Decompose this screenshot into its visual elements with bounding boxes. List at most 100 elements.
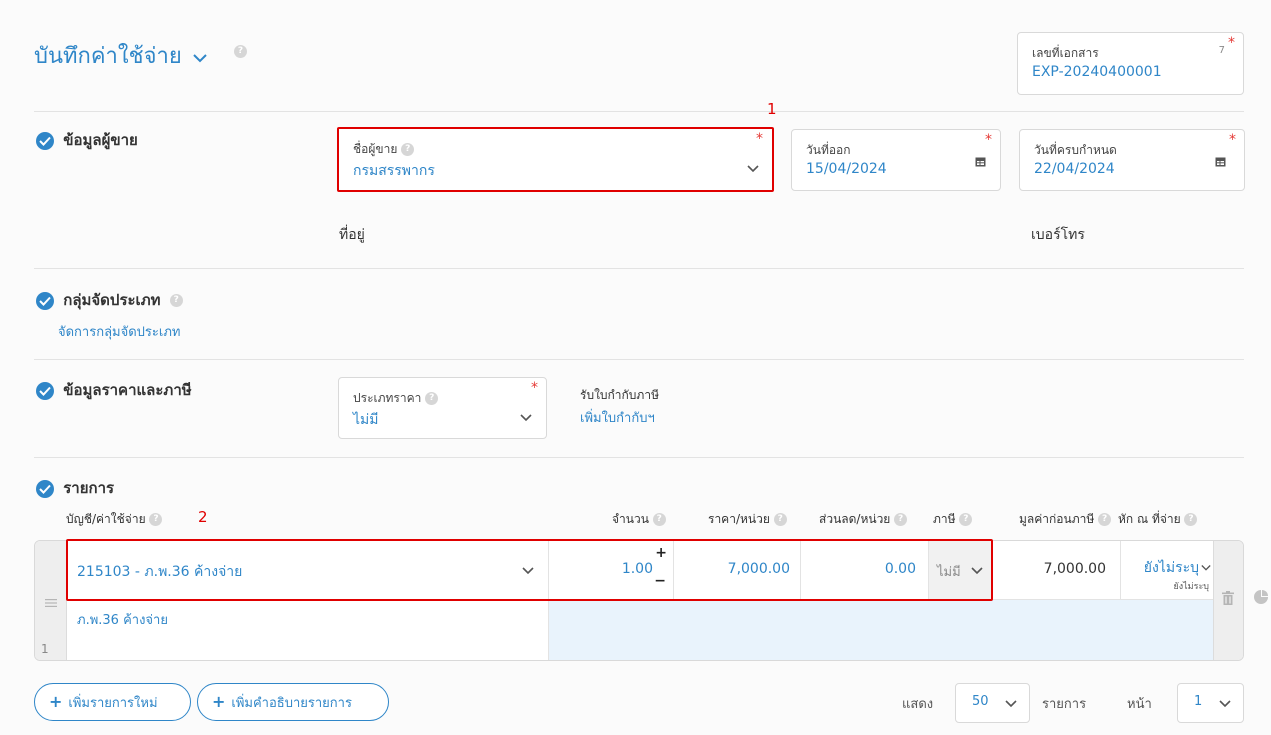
price-type-value: ไม่มี bbox=[353, 412, 379, 428]
divider bbox=[34, 268, 1244, 269]
col-account: บัญชี/ค่าใช้จ่าย bbox=[66, 512, 146, 526]
annotation-number-2: 2 bbox=[198, 508, 208, 526]
tax-invoice-label: รับใบกำกับภาษี bbox=[580, 388, 659, 402]
vendor-section-title: ข้อมูลผู้ขาย bbox=[36, 128, 138, 152]
tax-select[interactable]: ไม่มี bbox=[929, 541, 992, 600]
row-handle-column: 1 bbox=[35, 541, 67, 660]
required-marker: * bbox=[1228, 35, 1235, 51]
required-marker: * bbox=[531, 380, 538, 396]
calendar-icon[interactable] bbox=[1215, 156, 1226, 167]
doc-number-counter: 7 bbox=[1218, 45, 1225, 56]
check-circle-icon bbox=[36, 381, 54, 400]
add-tax-invoice-link[interactable]: เพิ่มใบกำกับฯ bbox=[580, 407, 655, 428]
chevron-down-icon bbox=[193, 54, 207, 63]
page-title-dropdown[interactable]: บันทึกค่าใช้จ่าย bbox=[34, 38, 207, 73]
issue-date-field[interactable]: วันที่ออก * 15/04/2024 bbox=[791, 129, 1001, 191]
trash-icon[interactable] bbox=[1222, 591, 1234, 605]
quantity-value: 1.00 bbox=[621, 561, 653, 577]
divider bbox=[34, 457, 1244, 458]
plus-icon: + bbox=[49, 692, 63, 711]
vendor-select[interactable]: ชื่อผู้ขาย ? * กรมสรรพากร bbox=[338, 128, 772, 190]
page-select[interactable]: 1 bbox=[1177, 683, 1244, 723]
discount-value: 0.00 bbox=[884, 561, 916, 577]
chevron-down-icon bbox=[747, 165, 759, 173]
help-icon[interactable]: ? bbox=[773, 513, 787, 526]
page-value: 1 bbox=[1194, 694, 1203, 709]
discount-input[interactable]: 0.00 bbox=[801, 541, 929, 600]
phone-label: เบอร์โทร bbox=[1031, 227, 1085, 243]
issue-date-value: 15/04/2024 bbox=[806, 161, 887, 177]
col-unit-price: ราคา/หน่วย bbox=[708, 512, 770, 526]
col-withholding: หัก ณ ที่จ่าย bbox=[1118, 512, 1181, 526]
annotation-number-1: 1 bbox=[767, 100, 777, 118]
due-date-value: 22/04/2024 bbox=[1034, 161, 1115, 177]
unit-price-value: 7,000.00 bbox=[727, 561, 790, 577]
price-type-label: ประเภทราคา bbox=[353, 391, 422, 405]
row-index: 1 bbox=[41, 642, 49, 656]
required-marker: * bbox=[1229, 132, 1236, 148]
plus-icon: + bbox=[212, 692, 226, 711]
help-icon[interactable]: ? bbox=[425, 392, 439, 405]
page-size-select[interactable]: 50 bbox=[955, 683, 1030, 723]
help-icon[interactable]: ? bbox=[894, 513, 908, 526]
withholding-sub-value: ยังไม่ระบุ bbox=[1173, 582, 1209, 592]
items-section-title: รายการ bbox=[36, 476, 114, 500]
check-circle-icon bbox=[36, 131, 54, 150]
plus-icon[interactable]: + bbox=[655, 545, 667, 561]
chevron-down-icon bbox=[520, 414, 532, 422]
check-circle-icon bbox=[36, 291, 54, 310]
minus-icon[interactable]: − bbox=[654, 573, 666, 589]
issue-date-label: วันที่ออก bbox=[806, 143, 851, 157]
calendar-icon[interactable] bbox=[975, 156, 986, 167]
chevron-down-icon bbox=[1219, 700, 1231, 708]
help-icon[interactable]: ? bbox=[234, 45, 247, 58]
divider bbox=[34, 111, 1244, 112]
add-item-button[interactable]: + เพิ่มรายการใหม่ bbox=[34, 683, 191, 721]
tax-value: ไม่มี bbox=[937, 565, 961, 580]
chevron-down-icon bbox=[971, 567, 983, 575]
page-size-value: 50 bbox=[972, 694, 989, 709]
address-label: ที่อยู่ bbox=[339, 227, 365, 243]
help-icon[interactable]: ? bbox=[652, 513, 666, 526]
chevron-down-icon bbox=[1201, 565, 1211, 571]
required-marker: * bbox=[985, 132, 992, 148]
row-detail-area bbox=[549, 600, 1213, 660]
price-type-select[interactable]: ประเภทราคา ? * ไม่มี bbox=[338, 377, 547, 439]
doc-number-value: EXP-20240400001 bbox=[1032, 64, 1162, 80]
show-label: แสดง bbox=[902, 697, 934, 712]
account-value: 215103 - ภ.พ.36 ค้างจ่าย bbox=[77, 564, 243, 580]
pre-tax-value: 7,000.00 bbox=[1043, 561, 1106, 577]
divider bbox=[34, 359, 1244, 360]
required-marker: * bbox=[756, 131, 763, 147]
help-icon[interactable]: ? bbox=[401, 143, 415, 156]
add-description-button[interactable]: + เพิ่มคำอธิบายรายการ bbox=[197, 683, 389, 721]
account-select[interactable]: 215103 - ภ.พ.36 ค้างจ่าย bbox=[67, 541, 549, 600]
help-icon[interactable]: ? bbox=[169, 294, 183, 307]
quantity-stepper[interactable]: 1.00 + − bbox=[549, 541, 674, 600]
manage-categories-link[interactable]: จัดการกลุ่มจัดประเภท bbox=[58, 321, 180, 342]
col-pre-tax: มูลค่าก่อนภาษี bbox=[1019, 512, 1095, 526]
col-qty: จำนวน bbox=[612, 512, 649, 526]
help-icon[interactable]: ? bbox=[1098, 513, 1112, 526]
pricing-section-title: ข้อมูลราคาและภาษี bbox=[36, 378, 192, 402]
items-label: รายการ bbox=[1042, 697, 1087, 712]
check-circle-icon bbox=[36, 479, 54, 498]
unit-price-input[interactable]: 7,000.00 bbox=[674, 541, 801, 600]
pie-chart-icon[interactable] bbox=[1254, 590, 1268, 604]
pre-tax-cell: 7,000.00 bbox=[992, 541, 1121, 600]
expense-form-page: บันทึกค่าใช้จ่าย ? เลขที่เอกสาร 7 * EXP-… bbox=[0, 0, 1271, 735]
page-label: หน้า bbox=[1127, 697, 1152, 712]
due-date-field[interactable]: วันที่ครบกำหนด * 22/04/2024 bbox=[1019, 129, 1245, 191]
help-icon[interactable]: ? bbox=[149, 513, 163, 526]
withholding-select[interactable]: ยังไม่ระบุ ยังไม่ระบุ bbox=[1121, 541, 1213, 600]
item-description-input[interactable]: ภ.พ.36 ค้างจ่าย bbox=[67, 600, 549, 660]
doc-number-field[interactable]: เลขที่เอกสาร 7 * EXP-20240400001 bbox=[1017, 32, 1244, 95]
vendor-value: กรมสรรพากร bbox=[353, 163, 435, 179]
chevron-down-icon bbox=[522, 567, 534, 575]
drag-handle-icon[interactable] bbox=[45, 599, 57, 607]
help-icon[interactable]: ? bbox=[1184, 513, 1198, 526]
table-row: 1 215103 - ภ.พ.36 ค้างจ่าย 1.00 + − 7,00… bbox=[34, 540, 1244, 661]
doc-number-label: เลขที่เอกสาร bbox=[1032, 46, 1099, 60]
help-icon[interactable]: ? bbox=[959, 513, 973, 526]
col-tax: ภาษี bbox=[933, 512, 956, 526]
